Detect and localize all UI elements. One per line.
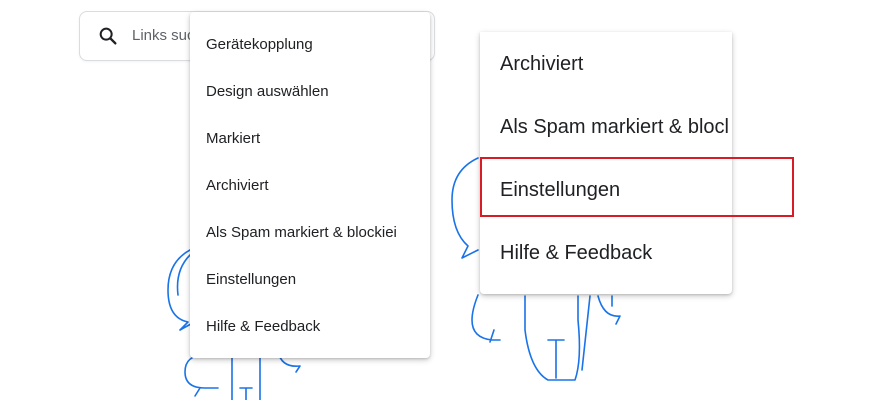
menu-item-device-pairing[interactable]: Gerätekopplung <box>190 21 430 68</box>
menu-item-help-feedback[interactable]: Hilfe & Feedback <box>190 303 430 350</box>
menu-item-archived[interactable]: Archiviert <box>190 162 430 209</box>
zoom-menu-item-spam-blocked[interactable]: Als Spam markiert & blocl <box>480 96 732 159</box>
overflow-menu: Gerätekopplung Design auswählen Markiert… <box>190 12 430 358</box>
menu-item-spam-blocked[interactable]: Als Spam markiert & blockiei <box>190 209 430 256</box>
zoom-menu-item-help-feedback[interactable]: Hilfe & Feedback <box>480 222 732 285</box>
menu-item-choose-theme[interactable]: Design auswählen <box>190 68 430 115</box>
zoom-menu-item-archived[interactable]: Archiviert <box>480 32 732 96</box>
settings-highlight-box <box>480 157 794 217</box>
search-icon <box>99 27 117 45</box>
menu-item-starred[interactable]: Markiert <box>190 115 430 162</box>
menu-item-settings[interactable]: Einstellungen <box>190 256 430 303</box>
search-placeholder: Links suc <box>132 27 195 44</box>
